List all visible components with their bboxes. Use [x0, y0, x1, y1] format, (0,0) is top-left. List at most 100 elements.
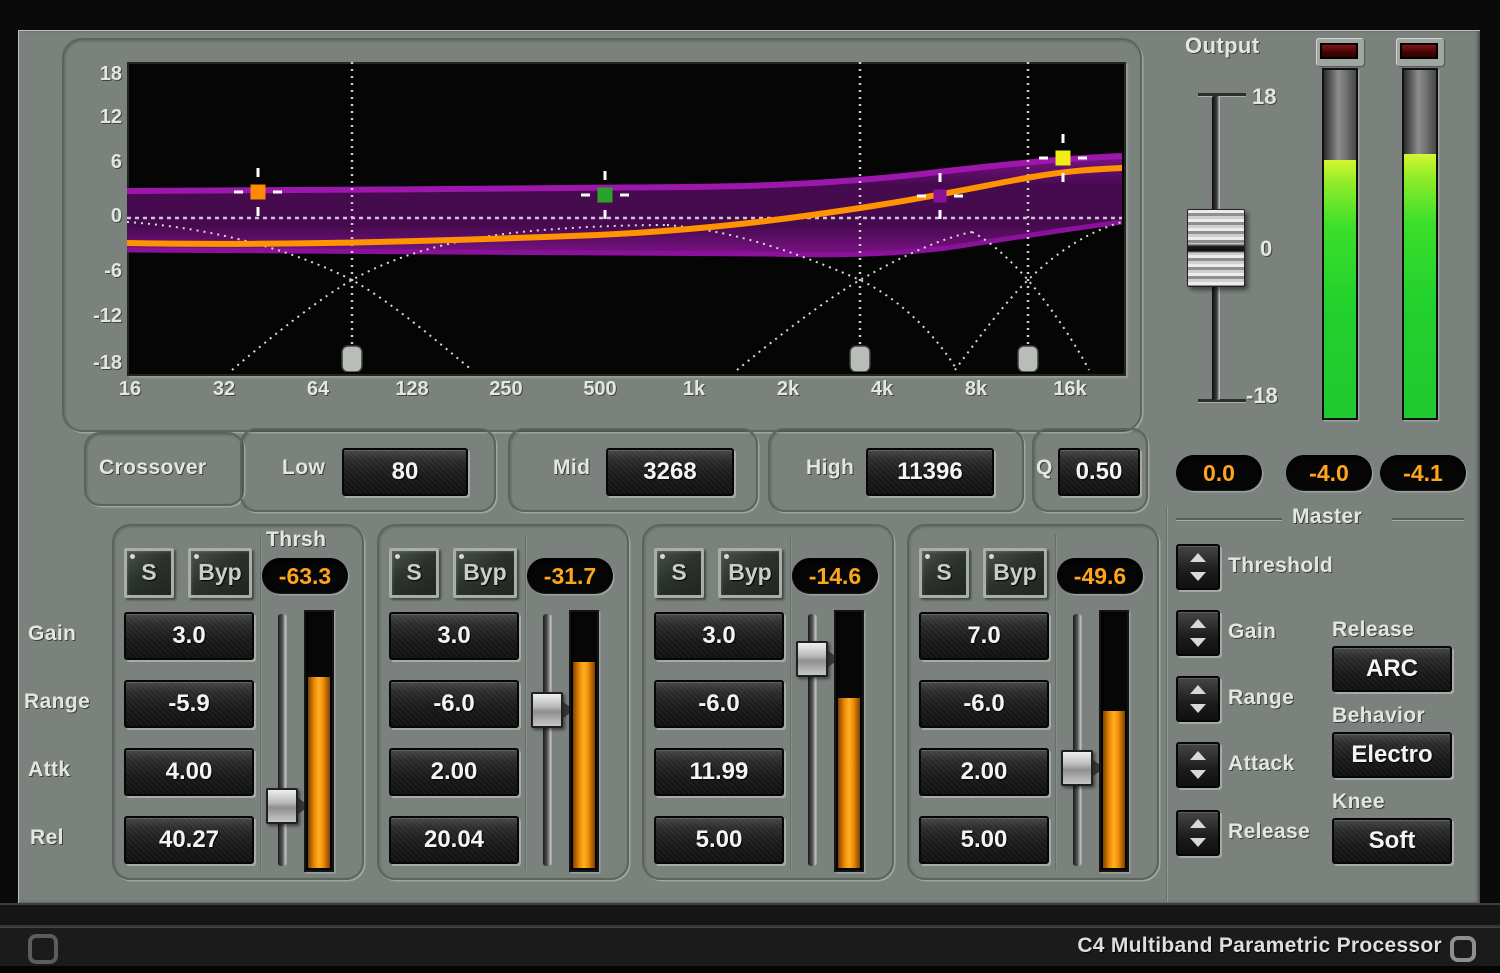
behavior-label: Behavior: [1332, 704, 1425, 728]
low-label: Low: [282, 456, 325, 480]
band-2-solo-button[interactable]: S: [389, 548, 439, 598]
band-1-solo-button[interactable]: S: [124, 548, 174, 598]
band-3-threshold-handle[interactable]: [796, 641, 828, 677]
output-fader[interactable]: [1212, 96, 1220, 400]
master-rule-left: [1176, 518, 1282, 520]
band-3-release-value[interactable]: 5.00: [654, 816, 784, 864]
clip-led-left-lamp: [1322, 45, 1356, 57]
band-4-threshold-readout: -49.6: [1057, 558, 1143, 594]
master-rule-right: [1392, 518, 1464, 520]
y-tick: 12: [86, 106, 122, 129]
band-4-range-value[interactable]: -6.0: [919, 680, 1049, 728]
clip-led-right-lamp: [1402, 45, 1436, 57]
y-tick: 6: [86, 151, 122, 174]
band-3-attack-value[interactable]: 11.99: [654, 748, 784, 796]
x-tick: 16k: [1046, 378, 1094, 401]
output-meter-right: [1402, 68, 1438, 420]
band-1-range-value[interactable]: -5.9: [124, 680, 254, 728]
x-tick: 2k: [764, 378, 812, 401]
x-tick: 1k: [670, 378, 718, 401]
band-3-bypass-button[interactable]: Byp: [718, 548, 782, 598]
band-3-meter-fill: [838, 698, 860, 868]
band-2-threshold-readout: -31.7: [527, 558, 613, 594]
mid-crossover-value[interactable]: 3268: [606, 448, 734, 496]
plugin-title: C4 Multiband Parametric Processor: [1077, 934, 1442, 958]
band-4-solo-button[interactable]: S: [919, 548, 969, 598]
band-1-attack-value[interactable]: 4.00: [124, 748, 254, 796]
band-1-bypass-button[interactable]: Byp: [188, 548, 252, 598]
gain-row-label: Gain: [28, 622, 76, 646]
high-crossover-value[interactable]: 11396: [866, 448, 994, 496]
y-tick: -18: [86, 352, 122, 375]
band-4-threshold-handle[interactable]: [1061, 750, 1093, 786]
band-3-meter: [834, 610, 864, 872]
y-tick: 0: [86, 205, 122, 228]
master-gain-stepper[interactable]: [1176, 610, 1220, 656]
band-4-attack-value[interactable]: 2.00: [919, 748, 1049, 796]
band-2-range-value[interactable]: -6.0: [389, 680, 519, 728]
band-1-gain-value[interactable]: 3.0: [124, 612, 254, 660]
master-release-stepper[interactable]: [1176, 810, 1220, 856]
band-2-bypass-button[interactable]: Byp: [453, 548, 517, 598]
master-range-stepper[interactable]: [1176, 676, 1220, 722]
band-4-gain-value[interactable]: 7.0: [919, 612, 1049, 660]
master-title: Master: [1292, 505, 1362, 529]
clip-led-left[interactable]: [1316, 38, 1364, 66]
fader-top-cap: [1198, 93, 1246, 96]
behavior-button[interactable]: Electro: [1332, 732, 1452, 778]
band-3-threshold-readout: -14.6: [792, 558, 878, 594]
release-mode-label: Release: [1332, 618, 1414, 642]
band-1-meter: [304, 610, 334, 872]
band-4-threshold-slider[interactable]: [1073, 614, 1081, 866]
release-mode-button[interactable]: ARC: [1332, 646, 1452, 692]
x-tick: 128: [388, 378, 436, 401]
band-2-attack-value[interactable]: 2.00: [389, 748, 519, 796]
knee-label: Knee: [1332, 790, 1385, 814]
low-crossover-value[interactable]: 80: [342, 448, 468, 496]
clip-led-right[interactable]: [1396, 38, 1444, 66]
band-1-meter-fill: [308, 677, 330, 868]
master-threshold-stepper[interactable]: [1176, 544, 1220, 590]
band-3-solo-button[interactable]: S: [654, 548, 704, 598]
master-gain-label: Gain: [1228, 620, 1276, 644]
x-tick: 32: [200, 378, 248, 401]
master-release-label: Release: [1228, 820, 1310, 844]
master-attack-stepper[interactable]: [1176, 742, 1220, 788]
output-meter-left-fill: [1324, 160, 1356, 418]
band-1-threshold-handle[interactable]: [266, 788, 298, 824]
band-2-release-value[interactable]: 20.04: [389, 816, 519, 864]
high-crossover-handle[interactable]: [1018, 346, 1038, 372]
band-4-meter-fill: [1103, 711, 1125, 868]
fader-scale-top: 18: [1252, 84, 1276, 110]
band-3-threshold-slider[interactable]: [808, 614, 816, 866]
band-2-threshold-handle[interactable]: [531, 692, 563, 728]
band-3-range-value[interactable]: -6.0: [654, 680, 784, 728]
x-tick: 8k: [952, 378, 1000, 401]
range-row-label: Range: [24, 690, 90, 714]
master-range-label: Range: [1228, 686, 1294, 710]
band-2-threshold-slider[interactable]: [543, 614, 551, 866]
band-4-meter: [1099, 610, 1129, 872]
output-label: Output: [1185, 33, 1259, 59]
q-value[interactable]: 0.50: [1058, 448, 1140, 496]
band-1-threshold-slider[interactable]: [278, 614, 286, 866]
q-label: Q: [1036, 456, 1053, 480]
x-tick: 500: [576, 378, 624, 401]
knee-button[interactable]: Soft: [1332, 818, 1452, 864]
master-attack-label: Attack: [1228, 752, 1295, 776]
band-3-panel: S Byp -14.6 3.0 -6.0 11.99 5.00: [642, 524, 894, 880]
x-tick: 250: [482, 378, 530, 401]
x-tick: 16: [106, 378, 154, 401]
output-fader-handle[interactable]: [1187, 209, 1245, 287]
band-3-gain-value[interactable]: 3.0: [654, 612, 784, 660]
bottom-title-bar: C4 Multiband Parametric Processor: [0, 927, 1500, 967]
band-1-release-value[interactable]: 40.27: [124, 816, 254, 864]
band-2-gain-value[interactable]: 3.0: [389, 612, 519, 660]
band-2-meter: [569, 610, 599, 872]
mid-crossover-handle[interactable]: [850, 346, 870, 372]
low-crossover-handle[interactable]: [342, 346, 362, 372]
meter-left-readout: -4.0: [1286, 455, 1372, 491]
band-4-release-value[interactable]: 5.00: [919, 816, 1049, 864]
band-4-bypass-button[interactable]: Byp: [983, 548, 1047, 598]
meter-right-readout: -4.1: [1380, 455, 1466, 491]
